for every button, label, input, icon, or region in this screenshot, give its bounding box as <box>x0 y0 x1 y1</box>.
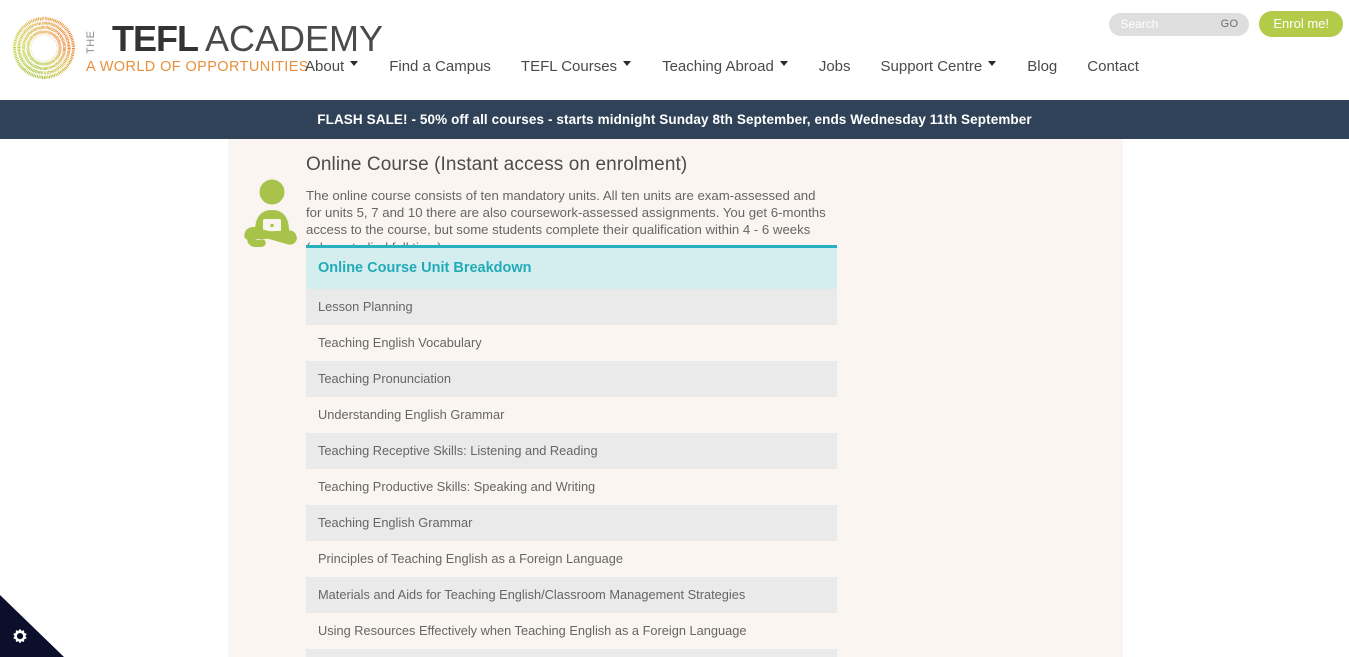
chevron-down-icon <box>623 60 632 69</box>
table-row[interactable]: Teaching Pronunciation <box>306 361 837 397</box>
person-with-laptop-icon <box>242 179 302 248</box>
table-row[interactable]: Teaching Productive Skills: Speaking and… <box>306 469 837 505</box>
flash-sale-banner[interactable]: FLASH SALE! - 50% off all courses - star… <box>0 100 1349 139</box>
chevron-down-icon <box>779 60 789 69</box>
table-row[interactable]: Teaching English Vocabulary <box>306 325 837 361</box>
unit-breakdown-table: Online Course Unit Breakdown Lesson Plan… <box>306 245 837 657</box>
nav-item-support-centre[interactable]: Support Centre <box>866 58 1013 75</box>
table-row[interactable]: Understanding English Grammar <box>306 397 837 433</box>
content-container: Online Course (Instant access on enrolme… <box>228 139 1123 657</box>
flash-sale-text: FLASH SALE! - 50% off all courses - star… <box>317 112 1032 127</box>
nav-item-find-a-campus[interactable]: Find a Campus <box>374 58 506 75</box>
search-box[interactable]: GO <box>1109 12 1250 36</box>
search-go-button[interactable]: GO <box>1221 18 1239 30</box>
table-header: Online Course Unit Breakdown <box>306 245 837 289</box>
table-row[interactable]: Teaching Receptive Skills: Listening and… <box>306 433 837 469</box>
logo-academy-text: ACADEMY <box>204 18 384 60</box>
nav-item-teaching-abroad[interactable]: Teaching Abroad <box>647 58 804 75</box>
page-body: Online Course (Instant access on enrolme… <box>0 139 1349 657</box>
nav-label: Jobs <box>818 58 851 75</box>
table-row[interactable]: Teaching English Grammar <box>306 505 837 541</box>
logo-the-text: THE <box>85 30 97 55</box>
nav-item-jobs[interactable]: Jobs <box>804 58 866 75</box>
nav-item-about[interactable]: About <box>305 58 374 75</box>
nav-item-blog[interactable]: Blog <box>1012 58 1072 75</box>
header-utilities: GO Enrol me! <box>1109 11 1343 37</box>
search-input[interactable] <box>1120 17 1216 31</box>
table-row[interactable]: Materials and Aids for Teaching English/… <box>306 577 837 613</box>
table-row[interactable]: Principles of Teaching English as a Fore… <box>306 541 837 577</box>
nav-label: Contact <box>1087 58 1139 75</box>
gear-icon <box>10 628 30 648</box>
cookie-settings-button[interactable] <box>0 595 64 657</box>
table-row[interactable]: Case Study, CV and Cover Letter, Job Sit… <box>306 649 837 657</box>
nav-label: About <box>305 58 345 75</box>
nav-label: Blog <box>1027 58 1058 75</box>
chevron-down-icon <box>350 60 359 69</box>
main-navigation: About Find a Campus TEFL Courses Teachin… <box>305 58 1154 75</box>
nav-label: Find a Campus <box>389 58 491 75</box>
logo-tefl-text: TEFL <box>112 18 199 60</box>
site-header: THE TEFL ACADEMY A WORLD OF OPPORTUNITIE… <box>0 0 1349 100</box>
nav-item-contact[interactable]: Contact <box>1072 58 1154 75</box>
chevron-down-icon <box>988 60 997 69</box>
nav-label: Support Centre <box>880 58 983 75</box>
table-row[interactable]: Using Resources Effectively when Teachin… <box>306 613 837 649</box>
enrol-me-button[interactable]: Enrol me! <box>1259 11 1343 37</box>
nav-label: Teaching Abroad <box>662 58 774 75</box>
nav-label: TEFL Courses <box>520 58 618 75</box>
nav-item-tefl-courses[interactable]: TEFL Courses <box>506 58 647 75</box>
tefl-ring-logo-icon <box>8 12 80 84</box>
table-row[interactable]: Lesson Planning <box>306 289 837 325</box>
page-title: Online Course (Instant access on enrolme… <box>306 154 688 175</box>
